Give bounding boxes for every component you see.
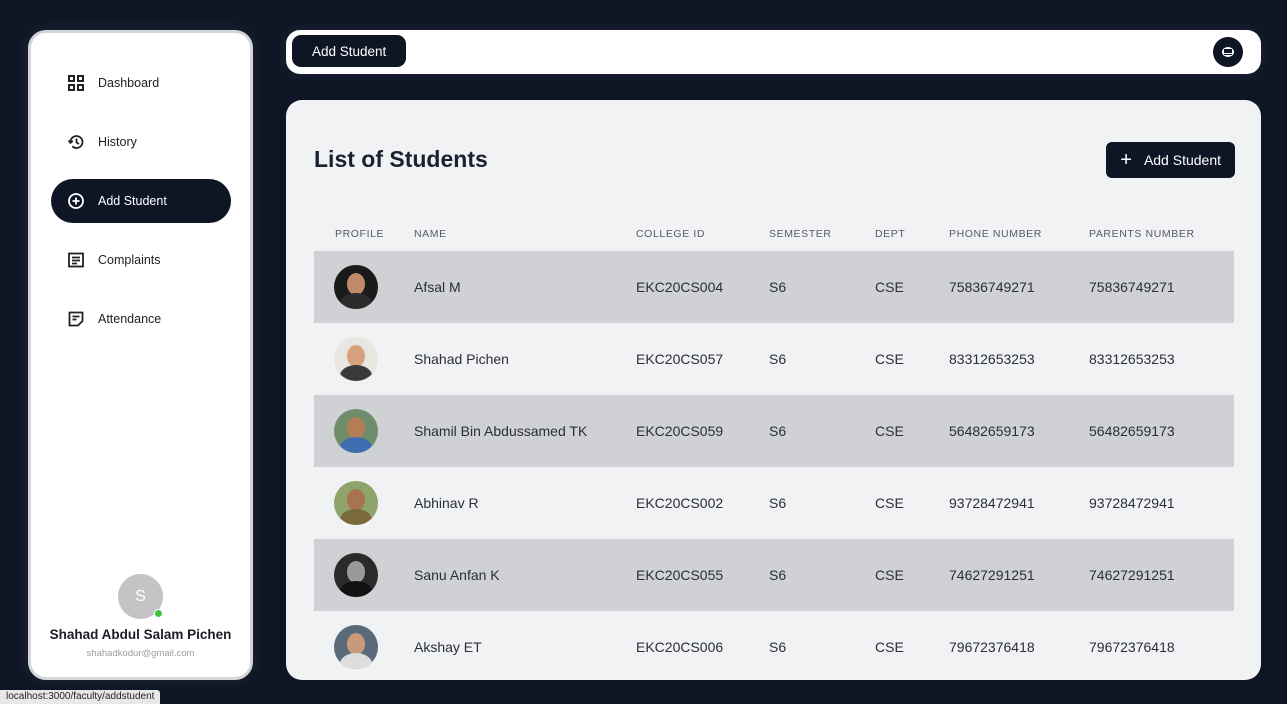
cell-name: Abhinav R	[414, 495, 479, 511]
sidebar-item-label: Add Student	[98, 194, 167, 208]
dashboard-icon	[67, 74, 85, 92]
column-header-phone: PHONE NUMBER	[949, 228, 1042, 240]
cell-phone: 75836749271	[949, 279, 1035, 295]
cell-parents-number: 93728472941	[1089, 495, 1175, 511]
student-photo	[334, 553, 378, 597]
table-row[interactable]: Shahad Pichen EKC20CS057 S6 CSE 83312653…	[314, 323, 1234, 395]
profile-email: shahadkodur@gmail.com	[86, 648, 195, 659]
cell-parents-number: 56482659173	[1089, 423, 1175, 439]
student-photo	[334, 625, 378, 669]
sidebar-item-label: Dashboard	[98, 76, 160, 90]
add-circle-icon	[67, 192, 85, 210]
add-student-button-label: Add Student	[1143, 152, 1221, 168]
cell-semester: S6	[769, 423, 787, 439]
cell-dept: CSE	[875, 423, 904, 439]
sidebar: Dashboard History Add Student Complaints…	[28, 30, 253, 680]
column-header-semester: SEMESTER	[769, 228, 832, 240]
complaints-icon	[67, 251, 85, 269]
column-header-name: NAME	[414, 228, 447, 240]
cell-college-id: EKC20CS006	[636, 639, 724, 655]
sidebar-item-label: History	[98, 135, 137, 149]
avatar-initial: S	[135, 587, 146, 605]
page-title-badge: Add Student	[292, 35, 407, 67]
table-row[interactable]: Akshay ET EKC20CS006 S6 CSE 79672376418 …	[314, 611, 1234, 680]
table-row[interactable]: Shamil Bin Abdussamed TK EKC20CS059 S6 C…	[314, 395, 1234, 467]
add-student-button[interactable]: + Add Student	[1106, 142, 1235, 178]
sidebar-nav: Dashboard History Add Student Complaints…	[51, 61, 231, 356]
browser-status-url: localhost:3000/faculty/addstudent	[0, 690, 161, 704]
cell-phone: 79672376418	[949, 639, 1035, 655]
cell-name: Afsal M	[414, 279, 461, 295]
column-header-college-id: COLLEGE ID	[636, 228, 706, 240]
user-profile: S Shahad Abdul Salam Pichen shahadkodur@…	[31, 574, 250, 659]
sidebar-item-label: Attendance	[98, 312, 162, 326]
cell-dept: CSE	[875, 567, 904, 583]
cell-dept: CSE	[875, 351, 904, 367]
student-photo	[334, 409, 378, 453]
cell-college-id: EKC20CS057	[636, 351, 724, 367]
cell-phone: 74627291251	[949, 567, 1035, 583]
sidebar-item-add-student[interactable]: Add Student	[51, 179, 231, 223]
table-row[interactable]: Abhinav R EKC20CS002 S6 CSE 93728472941 …	[314, 467, 1234, 539]
cell-parents-number: 79672376418	[1089, 639, 1175, 655]
cell-semester: S6	[769, 639, 787, 655]
cell-semester: S6	[769, 495, 787, 511]
cell-name: Akshay ET	[414, 639, 482, 655]
sidebar-item-complaints[interactable]: Complaints	[51, 238, 231, 282]
cell-college-id: EKC20CS055	[636, 567, 724, 583]
cell-phone: 93728472941	[949, 495, 1035, 511]
table-row[interactable]: Afsal M EKC20CS004 S6 CSE 75836749271 75…	[314, 251, 1234, 323]
sidebar-item-attendance[interactable]: Attendance	[51, 297, 231, 341]
cell-dept: CSE	[875, 639, 904, 655]
table-row[interactable]: Sanu Anfan K EKC20CS055 S6 CSE 746272912…	[314, 539, 1234, 611]
students-table: PROFILE NAME COLLEGE ID SEMESTER DEPT PH…	[314, 217, 1234, 680]
cell-college-id: EKC20CS059	[636, 423, 724, 439]
page-title: List of Students	[314, 146, 488, 172]
cell-semester: S6	[769, 279, 787, 295]
sidebar-item-dashboard[interactable]: Dashboard	[51, 61, 231, 105]
student-photo	[334, 481, 378, 525]
sidebar-item-label: Complaints	[98, 253, 161, 267]
cell-phone: 56482659173	[949, 423, 1035, 439]
profile-name: Shahad Abdul Salam Pichen	[49, 627, 232, 642]
column-header-profile: PROFILE	[335, 228, 385, 240]
history-icon	[67, 133, 85, 151]
cell-dept: CSE	[875, 279, 904, 295]
menu-button[interactable]	[1213, 37, 1243, 67]
menu-icon	[1222, 47, 1234, 57]
table-header: PROFILE NAME COLLEGE ID SEMESTER DEPT PH…	[314, 217, 1234, 251]
cell-parents-number: 74627291251	[1089, 567, 1175, 583]
cell-parents-number: 83312653253	[1089, 351, 1175, 367]
student-photo	[334, 337, 378, 381]
main-panel: List of Students + Add Student PROFILE N…	[286, 100, 1261, 680]
sidebar-item-history[interactable]: History	[51, 120, 231, 164]
cell-college-id: EKC20CS002	[636, 495, 724, 511]
cell-college-id: EKC20CS004	[636, 279, 724, 295]
cell-semester: S6	[769, 351, 787, 367]
cell-semester: S6	[769, 567, 787, 583]
attendance-icon	[67, 310, 85, 328]
avatar[interactable]: S	[118, 574, 163, 619]
top-bar: Add Student	[286, 30, 1261, 74]
cell-name: Sanu Anfan K	[414, 567, 500, 583]
cell-parents-number: 75836749271	[1089, 279, 1175, 295]
student-photo	[334, 265, 378, 309]
cell-phone: 83312653253	[949, 351, 1035, 367]
plus-icon: +	[1120, 149, 1132, 171]
cell-dept: CSE	[875, 495, 904, 511]
column-header-dept: DEPT	[875, 228, 906, 240]
cell-name: Shahad Pichen	[414, 351, 509, 367]
column-header-parents-number: PARENTS NUMBER	[1089, 228, 1195, 240]
cell-name: Shamil Bin Abdussamed TK	[414, 423, 588, 439]
online-status-dot	[154, 609, 163, 618]
